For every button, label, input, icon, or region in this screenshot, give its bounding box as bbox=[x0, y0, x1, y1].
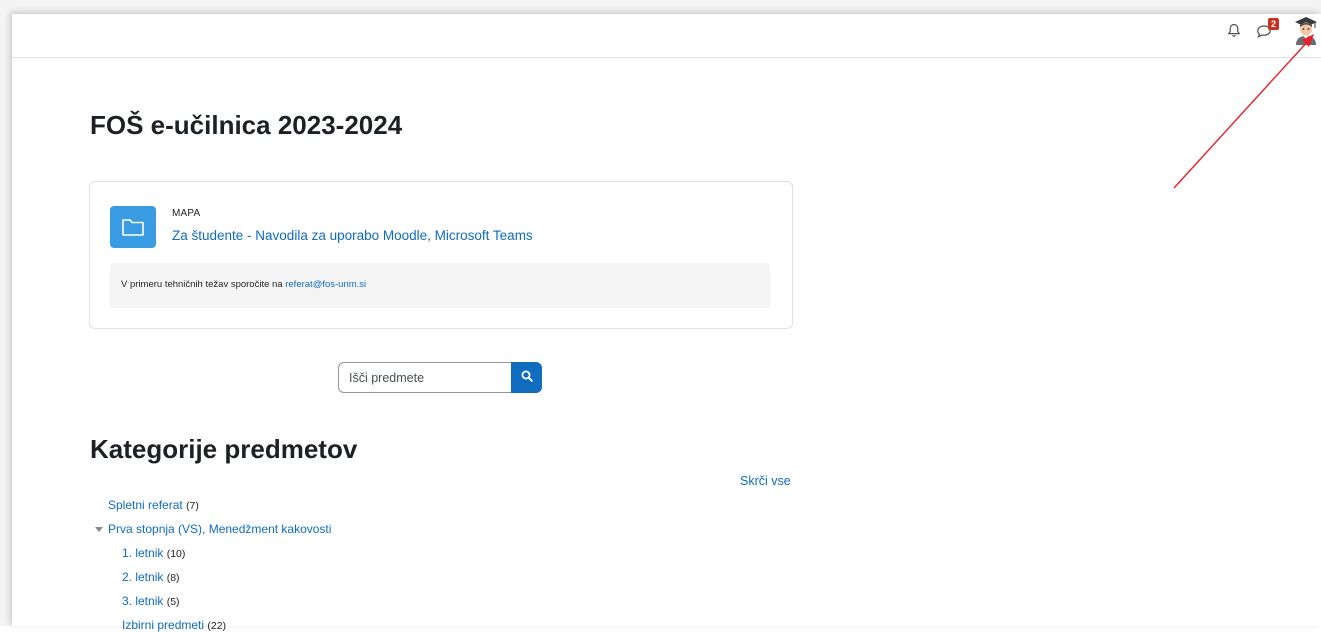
category-count: (5) bbox=[166, 596, 180, 608]
category-count: (22) bbox=[207, 620, 227, 632]
expanded-caret-icon[interactable] bbox=[95, 527, 103, 532]
page-title: FOŠ e-učilnica 2023-2024 bbox=[90, 110, 403, 140]
collapse-all-link[interactable]: Skrči vse bbox=[740, 474, 791, 488]
category-2-letnik[interactable]: 2. letnik (8) bbox=[122, 570, 180, 584]
browser-viewport: 2 FOŠ e-učilnica 2023-2024 MAPA Za štude… bbox=[12, 14, 1321, 632]
category-label: Izbirni predmeti bbox=[122, 618, 205, 632]
category-3-letnik[interactable]: 3. letnik (5) bbox=[122, 594, 180, 608]
category-label: 2. letnik bbox=[122, 570, 164, 584]
search-icon bbox=[521, 370, 533, 385]
category-label: 1. letnik bbox=[122, 546, 164, 560]
category-count: (10) bbox=[166, 548, 186, 560]
folder-link[interactable]: Za študente - Navodila za uporabo Moodle… bbox=[172, 228, 533, 243]
categories-heading: Kategorije predmetov bbox=[90, 434, 358, 464]
search-button[interactable] bbox=[511, 362, 542, 393]
help-note-label: V primeru tehničnih težav sporočite na bbox=[121, 279, 286, 290]
search-input[interactable] bbox=[338, 362, 512, 393]
support-email-link[interactable]: referat@fos-unm.si bbox=[285, 279, 366, 290]
bell-icon[interactable] bbox=[1227, 23, 1241, 43]
category-label: Prva stopnja (VS), Menedžment kakovosti bbox=[108, 522, 332, 536]
message-count-badge: 2 bbox=[1268, 18, 1279, 30]
category-prva-stopnja[interactable]: Prva stopnja (VS), Menedžment kakovosti bbox=[108, 522, 331, 536]
category-label: Spletni referat bbox=[108, 498, 183, 512]
category-label: 3. letnik bbox=[122, 594, 164, 608]
course-module-card: MAPA Za študente - Navodila za uporabo M… bbox=[89, 181, 793, 329]
student-avatar-icon[interactable] bbox=[1293, 16, 1319, 51]
top-navbar: 2 bbox=[12, 14, 1321, 58]
category-count: (7) bbox=[186, 500, 199, 512]
category-spletni-referat[interactable]: Spletni referat (7) bbox=[108, 498, 199, 512]
folder-icon[interactable] bbox=[110, 206, 156, 248]
help-note-text: V primeru tehničnih težav sporočite na r… bbox=[121, 279, 366, 290]
help-note: V primeru tehničnih težav sporočite na r… bbox=[110, 263, 770, 308]
module-type-label: MAPA bbox=[172, 208, 201, 219]
category-count: (8) bbox=[166, 572, 180, 584]
category-1-letnik[interactable]: 1. letnik (10) bbox=[122, 546, 185, 560]
category-izbirni-predmeti[interactable]: Izbirni predmeti (22) bbox=[122, 618, 226, 632]
